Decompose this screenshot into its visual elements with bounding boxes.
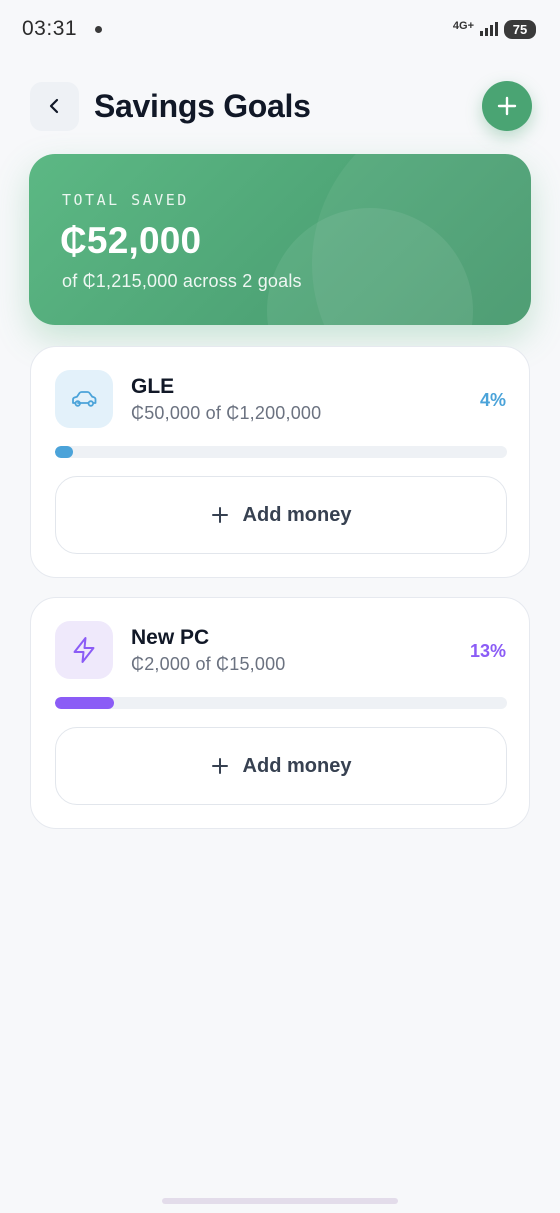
signal-icon — [480, 22, 498, 36]
status-bar: 03:31 4G+ 75 — [0, 0, 560, 58]
goal-progress-fill — [55, 697, 114, 709]
goal-icon-container — [55, 370, 113, 428]
add-money-label: Add money — [242, 503, 352, 526]
plus-icon — [211, 757, 229, 775]
goal-progress-text: ₵2,000 of ₵15,000 — [131, 654, 286, 674]
network-type-label: 4G+ — [452, 19, 474, 32]
goal-progress-bar — [55, 697, 507, 709]
add-money-button[interactable]: Add money — [55, 476, 507, 554]
page-title: Savings Goals — [94, 87, 311, 124]
add-money-button[interactable]: Add money — [55, 727, 507, 805]
goal-card-gle[interactable]: GLE ₵50,000 of ₵1,200,000 4% Add money — [30, 346, 530, 578]
battery-icon: 75 — [504, 19, 536, 39]
page-header: Savings Goals — [30, 81, 532, 131]
goal-icon-container — [55, 621, 113, 679]
goal-progress-bar — [55, 446, 507, 458]
plus-icon — [497, 96, 517, 116]
car-icon — [72, 391, 97, 407]
goal-name: New PC — [131, 626, 210, 649]
notification-dot — [95, 25, 103, 33]
goal-card-new-pc[interactable]: New PC ₵2,000 of ₵15,000 13% Add money — [30, 597, 530, 829]
home-indicator[interactable] — [162, 1198, 398, 1204]
plus-icon — [211, 506, 229, 524]
lightning-icon — [73, 637, 95, 663]
total-saved-label: TOTAL SAVED — [62, 191, 189, 209]
add-money-label: Add money — [242, 754, 352, 777]
add-goal-button[interactable] — [482, 81, 532, 131]
goal-progress-fill — [55, 446, 74, 458]
total-saved-amount: ₵52,000 — [60, 220, 202, 261]
total-saved-card: TOTAL SAVED ₵52,000 of ₵1,215,000 across… — [29, 154, 531, 325]
goal-percent: 13% — [469, 641, 506, 661]
goal-name: GLE — [131, 375, 175, 398]
total-saved-subtitle: of ₵1,215,000 across 2 goals — [62, 271, 302, 291]
goal-progress-text: ₵50,000 of ₵1,200,000 — [131, 403, 322, 423]
chevron-left-icon — [49, 98, 58, 114]
back-button[interactable] — [30, 81, 79, 131]
goal-percent: 4% — [479, 390, 506, 410]
status-time: 03:31 — [22, 17, 78, 40]
